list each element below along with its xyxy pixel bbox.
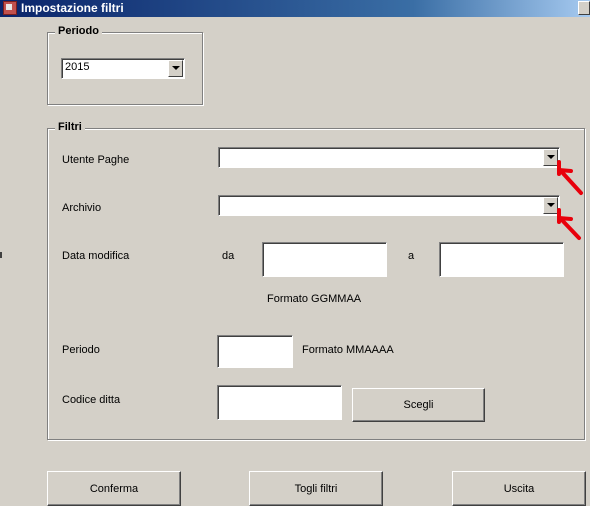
data-modifica-label: Data modifica (62, 250, 130, 262)
year-select-value: 2015 (65, 61, 90, 73)
periodo-label: Periodo (62, 344, 100, 356)
utente-paghe-select[interactable] (218, 147, 560, 168)
periodo-format-hint: Formato MMAAAA (302, 344, 394, 356)
red-arrow-icon (557, 208, 581, 240)
data-da-input[interactable] (262, 242, 387, 277)
da-label: da (222, 250, 235, 262)
a-label: a (408, 250, 415, 262)
uscita-button[interactable]: Uscita (452, 471, 586, 506)
chevron-down-icon[interactable] (168, 60, 183, 77)
scegli-button[interactable]: Scegli (352, 388, 485, 422)
periodo-group-legend: Periodo (55, 25, 102, 37)
archivio-select[interactable] (218, 195, 560, 216)
archivio-label: Archivio (62, 202, 102, 214)
year-select[interactable]: 2015 (61, 58, 185, 79)
filtri-group-legend: Filtri (55, 121, 85, 133)
periodo-input[interactable] (217, 335, 293, 368)
codice-ditta-label: Codice ditta (62, 394, 121, 406)
app-icon (3, 1, 17, 15)
data-a-input[interactable] (439, 242, 564, 277)
togli-filtri-button[interactable]: Togli filtri (249, 471, 383, 506)
utente-paghe-label: Utente Paghe (62, 154, 130, 166)
conferma-button[interactable]: Conferma (47, 471, 181, 506)
window-title: Impostazione filtri (21, 1, 124, 15)
title-bar: Impostazione filtri (0, 0, 590, 17)
codice-ditta-input[interactable] (217, 385, 342, 420)
data-format-hint: Formato GGMMAA (267, 293, 362, 305)
edge-mark (0, 252, 2, 258)
close-button[interactable] (578, 1, 590, 15)
red-arrow-icon (557, 160, 583, 195)
